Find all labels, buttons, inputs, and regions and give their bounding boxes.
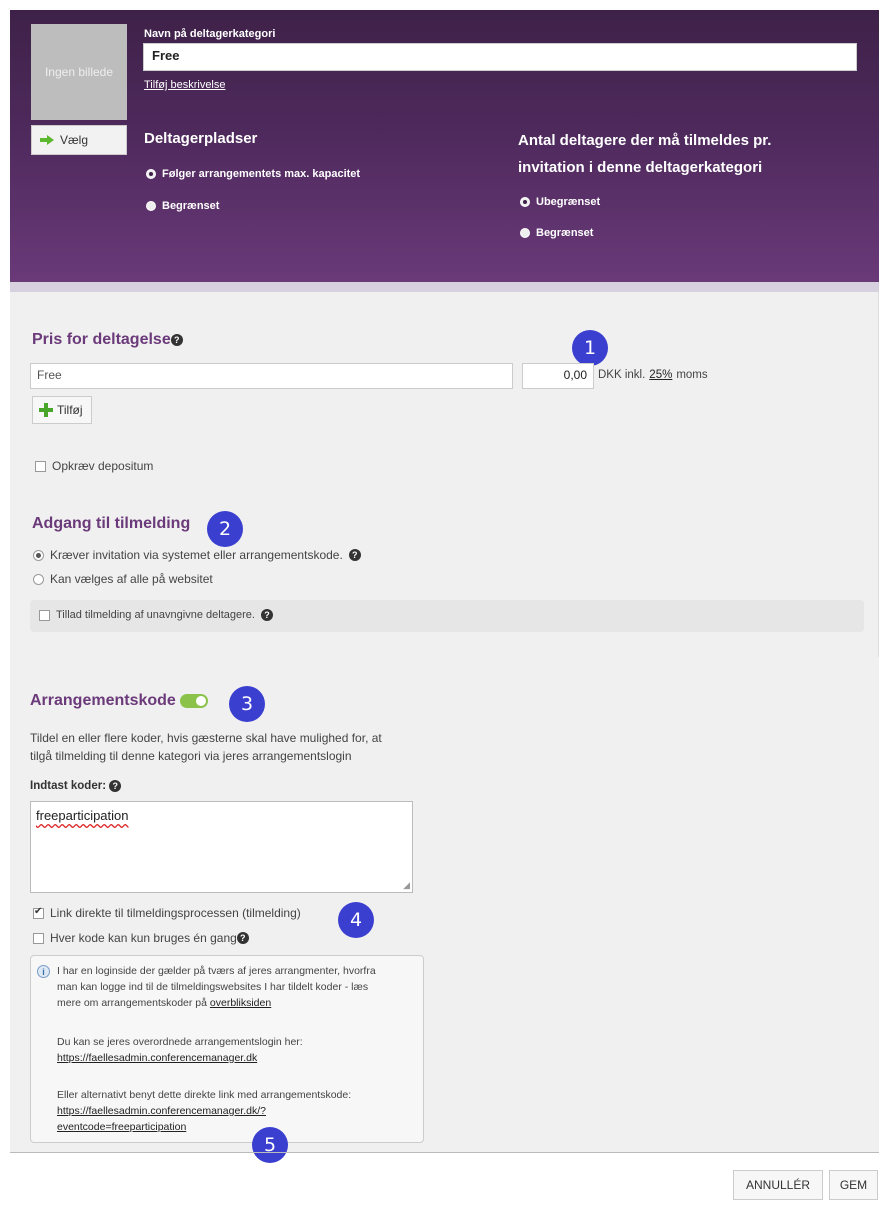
per-invitation-option-limited[interactable]: Begrænset bbox=[520, 227, 593, 239]
help-icon[interactable]: ? bbox=[260, 609, 273, 621]
save-button[interactable]: GEM bbox=[829, 1170, 878, 1200]
link-direct-label: Link direkte til tilmeldingsprocessen (t… bbox=[50, 906, 301, 920]
codes-label-text: Indtast koder: bbox=[30, 780, 107, 793]
overview-link[interactable]: overbliksiden bbox=[210, 997, 271, 1009]
per-invitation-option-label: Ubegrænset bbox=[536, 196, 601, 208]
single-use-option[interactable]: Hver kode kan kun bruges én gang ? bbox=[33, 931, 249, 945]
info-line: I har en loginside der gælder på tværs a… bbox=[57, 965, 376, 977]
annotation-badge-4: 4 bbox=[338, 902, 374, 938]
category-image-placeholder[interactable]: Ingen billede bbox=[31, 24, 127, 120]
info-line: Eller alternativt benyt dette direkte li… bbox=[57, 1089, 352, 1101]
per-invitation-option-unlimited[interactable]: Ubegrænset bbox=[520, 196, 600, 208]
access-option-label: Kræver invitation via systemet eller arr… bbox=[50, 548, 343, 562]
choose-image-label: Vælg bbox=[60, 133, 89, 147]
arrow-right-icon bbox=[40, 135, 54, 145]
vat-rate-link[interactable]: 25% bbox=[649, 369, 672, 381]
admin-login-link[interactable]: https://faellesadmin.conferencemanager.d… bbox=[57, 1050, 417, 1066]
info-paragraph-3: Eller alternativt benyt dette direkte li… bbox=[57, 1087, 417, 1135]
access-option-invitation[interactable]: Kræver invitation via systemet eller arr… bbox=[33, 548, 361, 562]
add-price-button[interactable]: Tilføj bbox=[32, 396, 92, 424]
info-line: mere om arrangementskoder på overbliksid… bbox=[57, 995, 417, 1011]
seats-option-label: Begrænset bbox=[162, 200, 220, 212]
info-line: Du kan se jeres overordnede arrangements… bbox=[57, 1036, 303, 1048]
footer-divider bbox=[10, 1152, 879, 1153]
resize-handle-icon[interactable]: ◢ bbox=[403, 880, 410, 891]
info-line: man kan logge ind til de tilmeldingswebs… bbox=[57, 981, 369, 993]
codes-textarea[interactable]: freeparticipation ◢ bbox=[30, 801, 413, 893]
single-use-label: Hver kode kan kun bruges én gang bbox=[50, 931, 237, 945]
vat-suffix: moms bbox=[676, 369, 708, 381]
eventcode-heading: Arrangementskode bbox=[30, 692, 209, 710]
checkbox[interactable] bbox=[39, 609, 50, 621]
per-invitation-option-label: Begrænset bbox=[536, 227, 594, 239]
checkbox[interactable] bbox=[35, 460, 46, 472]
add-description-link[interactable]: Tilføj beskrivelse bbox=[144, 79, 226, 91]
per-invitation-heading-line1: Antal deltagere der må tilmeldes pr. bbox=[518, 132, 772, 149]
direct-eventcode-link[interactable]: https://faellesadmin.conferencemanager.d… bbox=[57, 1103, 417, 1119]
price-heading: Pris for deltagelse? bbox=[32, 331, 183, 349]
annotation-badge-2: 2 bbox=[207, 511, 243, 547]
checkbox[interactable] bbox=[33, 932, 44, 944]
seats-heading: Deltagerpladser bbox=[144, 130, 258, 147]
info-paragraph-1: I har en loginside der gælder på tværs a… bbox=[57, 963, 417, 1011]
description-line: Tildel en eller flere koder, hvis gæster… bbox=[30, 731, 382, 745]
info-paragraph-2: Du kan se jeres overordnede arrangements… bbox=[57, 1034, 417, 1066]
price-amount-input[interactable]: 0,00 bbox=[522, 363, 594, 389]
category-name-label: Navn på deltagerkategori bbox=[144, 28, 276, 40]
eventcode-heading-text: Arrangementskode bbox=[30, 692, 176, 709]
anonymous-label: Tillad tilmelding af unavngivne deltager… bbox=[56, 609, 255, 621]
radio-icon bbox=[146, 201, 156, 211]
help-icon[interactable]: ? bbox=[236, 932, 249, 944]
checkbox-checked[interactable] bbox=[33, 906, 44, 919]
plus-icon bbox=[39, 403, 53, 417]
radio-selected-icon bbox=[520, 197, 530, 207]
annotation-badge-5: 5 bbox=[252, 1127, 288, 1163]
add-price-label: Tilføj bbox=[57, 403, 83, 417]
access-option-label: Kan vælges af alle på websitet bbox=[50, 572, 213, 586]
anonymous-option[interactable]: Tillad tilmelding af unavngivne deltager… bbox=[39, 609, 273, 621]
link-direct-option[interactable]: Link direkte til tilmeldingsprocessen (t… bbox=[33, 906, 301, 920]
help-icon[interactable]: ? bbox=[109, 780, 122, 792]
help-icon[interactable]: ? bbox=[170, 333, 183, 346]
radio-icon bbox=[33, 573, 44, 585]
info-text: mere om arrangementskoder på bbox=[57, 997, 207, 1009]
description-line: tilgå tilmelding til denne kategori via … bbox=[30, 749, 352, 763]
cancel-button[interactable]: ANNULLÉR bbox=[733, 1170, 823, 1200]
access-option-public[interactable]: Kan vælges af alle på websitet bbox=[33, 572, 213, 586]
annotation-badge-3: 3 bbox=[229, 686, 265, 722]
radio-selected-icon bbox=[146, 169, 156, 179]
price-currency: DKK inkl. 25% moms bbox=[598, 369, 708, 381]
direct-eventcode-link[interactable]: eventcode=freeparticipation bbox=[57, 1119, 417, 1135]
codes-value: freeparticipation bbox=[36, 808, 129, 823]
image-placeholder-text: Ingen billede bbox=[44, 65, 114, 79]
codes-label: Indtast koder: ? bbox=[30, 780, 122, 793]
seats-option-limited[interactable]: Begrænset bbox=[146, 200, 219, 212]
eventcode-toggle[interactable] bbox=[180, 693, 209, 708]
currency-text: DKK inkl. bbox=[598, 369, 646, 381]
price-heading-text: Pris for deltagelse bbox=[32, 331, 171, 348]
seats-option-label: Følger arrangementets max. kapacitet bbox=[162, 168, 361, 180]
per-invitation-heading-line2: invitation i denne deltagerkategori bbox=[518, 159, 763, 176]
annotation-badge-1: 1 bbox=[572, 330, 608, 366]
info-icon: i bbox=[37, 965, 50, 978]
category-name-input[interactable]: Free bbox=[143, 43, 857, 71]
access-heading: Adgang til tilmelding bbox=[32, 515, 191, 532]
deposit-option[interactable]: Opkræv depositum bbox=[35, 459, 153, 473]
price-name-input[interactable]: Free bbox=[30, 363, 513, 389]
radio-selected-icon bbox=[33, 549, 44, 561]
header-divider bbox=[10, 282, 879, 292]
choose-image-button[interactable]: Vælg bbox=[31, 125, 127, 155]
eventcode-description: Tildel en eller flere koder, hvis gæster… bbox=[30, 729, 382, 765]
deposit-label: Opkræv depositum bbox=[52, 459, 154, 473]
seats-option-max-capacity[interactable]: Følger arrangementets max. kapacitet bbox=[146, 168, 360, 180]
radio-icon bbox=[520, 228, 530, 238]
help-icon[interactable]: ? bbox=[348, 549, 361, 561]
